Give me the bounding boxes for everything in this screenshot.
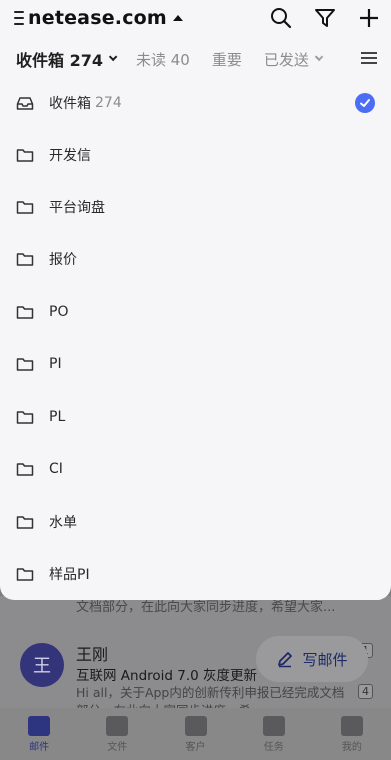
nav-label: 邮件 [29, 741, 50, 753]
profile-icon [340, 715, 363, 736]
tab-label: 未读 40 [135, 50, 190, 69]
tab-label: 收件箱 274 [16, 51, 103, 70]
folder-label: 开发信 [49, 148, 91, 164]
folder-label: 报价 [49, 252, 77, 268]
folder-item[interactable]: 水单 [0, 496, 391, 548]
nav-customer[interactable]: 客户 [156, 708, 234, 760]
nav-file[interactable]: 文件 [78, 708, 156, 760]
nav-label: 文件 [107, 741, 128, 753]
nav-mail[interactable]: 邮件 [0, 708, 78, 760]
folder-item[interactable]: PI [0, 338, 391, 390]
more-tabs-icon[interactable] [361, 52, 377, 64]
nav-label: 我的 [341, 741, 362, 753]
tab-inbox[interactable]: 收件箱 274 [16, 47, 118, 71]
folder-tabs: 收件箱 274 未读 40 重要 已发送 [0, 36, 391, 82]
nav-task[interactable]: 任务 [235, 708, 313, 760]
avatar: 王 [20, 643, 64, 687]
folder-label: 水单 [49, 515, 77, 531]
pencil-icon [278, 652, 293, 668]
nav-label: 任务 [263, 741, 284, 753]
nav-label: 客户 [185, 741, 206, 753]
folder-item[interactable]: 开发信 [0, 129, 391, 181]
folder-label: PL [49, 409, 66, 425]
mail-sender: 王刚 [76, 645, 109, 664]
tabs-fade [313, 36, 347, 82]
file-icon [106, 715, 129, 736]
account-caret-icon[interactable] [172, 15, 183, 21]
bottom-nav: 邮件 文件 客户 任务 我的 [0, 708, 391, 760]
checkmark-icon [355, 93, 375, 113]
folder-icon [16, 306, 34, 319]
folder-icon [16, 201, 34, 214]
folder-icon [16, 411, 34, 424]
folder-label: PI [49, 356, 62, 372]
folder-icon [16, 149, 34, 162]
compose-label: 写邮件 [302, 650, 348, 669]
folder-label: 平台询盘 [49, 200, 105, 216]
inbox-icon [16, 97, 34, 110]
folder-icon [16, 253, 34, 266]
task-icon [262, 715, 285, 736]
mail-preview: Hi all，关于App内的创新传利申报已经完成文档部分，在此向大家同步进度，希 [76, 685, 345, 708]
plus-icon[interactable] [357, 6, 381, 30]
folder-item[interactable]: PL [0, 391, 391, 443]
tab-label: 重要 [211, 50, 242, 69]
top-bar: netease.com [0, 0, 391, 36]
folder-item[interactable]: 平台询盘 [0, 181, 391, 233]
mail-icon [28, 715, 51, 736]
folder-icon [16, 358, 34, 371]
folder-label: 样品PI [49, 567, 90, 583]
account-name[interactable]: netease.com [28, 7, 167, 29]
folder-icon [16, 463, 34, 476]
tab-unread[interactable]: 未读 40 [136, 49, 190, 70]
thread-count-badge: 4 [358, 684, 373, 699]
account-menu-icon[interactable] [14, 11, 24, 25]
customer-icon [184, 715, 207, 736]
folder-dropdown-panel: 收件箱 274 开发信 平台询盘 报价 PO PI PL CI 水单 样品PI [0, 82, 391, 600]
tab-sent[interactable]: 已发送 [263, 49, 324, 70]
folder-count: 274 [95, 95, 122, 111]
folder-icon [16, 568, 34, 581]
tab-label: 已发送 [263, 50, 309, 69]
folder-item[interactable]: CI [0, 443, 391, 495]
folder-label: CI [49, 461, 63, 477]
folder-item-inbox[interactable]: 收件箱 274 [0, 77, 391, 129]
folder-label: PO [49, 304, 69, 320]
folder-item[interactable]: 样品PI [0, 548, 391, 600]
folder-icon [16, 516, 34, 529]
chevron-down-icon [108, 52, 118, 62]
folder-item[interactable]: 报价 [0, 233, 391, 285]
filter-icon[interactable] [313, 6, 337, 30]
nav-profile[interactable]: 我的 [313, 708, 391, 760]
compose-button[interactable]: 写邮件 [256, 636, 368, 682]
folder-label: 收件箱 [49, 96, 91, 112]
tab-important[interactable]: 重要 [212, 49, 242, 70]
folder-item[interactable]: PO [0, 286, 391, 338]
search-icon[interactable] [269, 6, 293, 30]
